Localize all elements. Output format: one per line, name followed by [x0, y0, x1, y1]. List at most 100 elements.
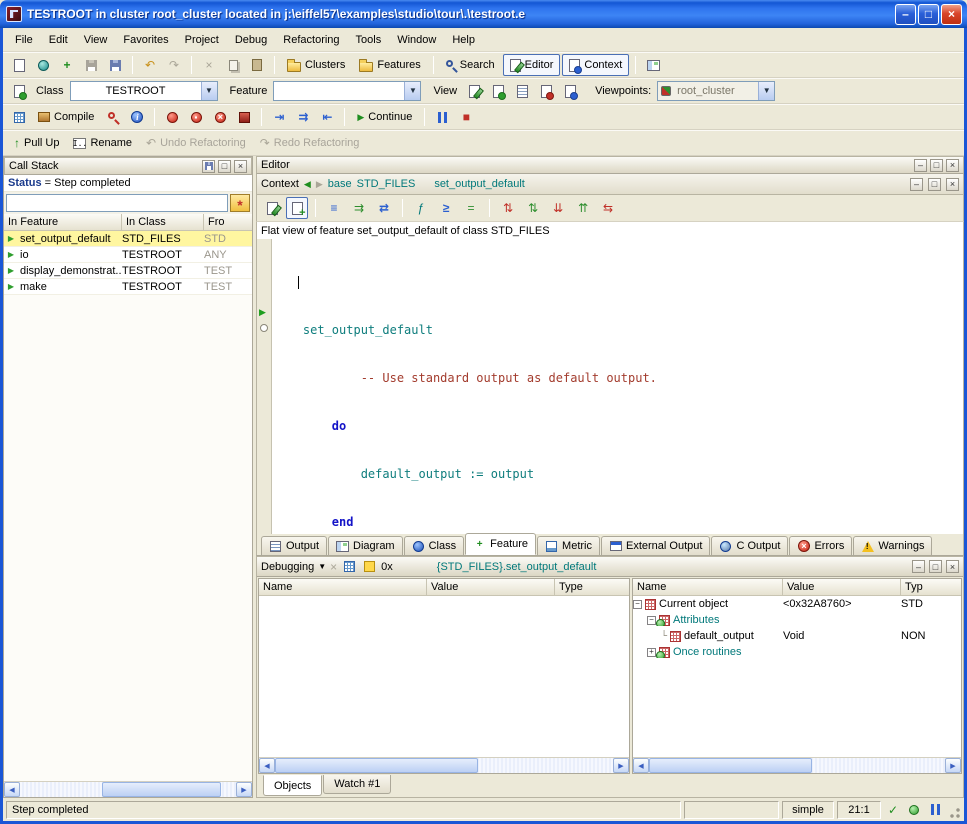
- step-into-button[interactable]: [268, 106, 290, 128]
- stack-filter-input[interactable]: [6, 194, 228, 212]
- history-back-button[interactable]: [304, 180, 311, 189]
- undo-button[interactable]: [139, 54, 161, 76]
- contract-view-button[interactable]: ⇄: [373, 197, 395, 219]
- breakpoints-tool-button[interactable]: [233, 106, 255, 128]
- scroll-right-button[interactable]: [945, 758, 961, 773]
- context-toggle-button[interactable]: Context: [562, 54, 629, 76]
- tab-output[interactable]: Output: [261, 536, 327, 555]
- call-stack-row[interactable]: make TESTROOT TEST: [4, 279, 252, 295]
- call-stack-close-button[interactable]: [234, 160, 247, 173]
- once-view-button[interactable]: ≥: [435, 197, 457, 219]
- tab-external-output[interactable]: External Output: [601, 536, 710, 555]
- tab-diagram[interactable]: Diagram: [328, 536, 403, 555]
- cut-button[interactable]: [198, 54, 220, 76]
- flat-view-button[interactable]: ≡: [323, 197, 345, 219]
- interface-view-button[interactable]: ƒ: [410, 197, 432, 219]
- undo-refactoring-button[interactable]: Undo Refactoring: [140, 132, 252, 154]
- view-flat-button[interactable]: [511, 80, 533, 102]
- callees-button[interactable]: ⇈: [572, 197, 594, 219]
- object-row-once-routines[interactable]: Once routines: [633, 644, 961, 660]
- menu-file[interactable]: File: [7, 31, 41, 49]
- collapse-icon[interactable]: [633, 600, 642, 609]
- maximize-button[interactable]: [918, 4, 939, 25]
- new-item-button[interactable]: +: [56, 54, 78, 76]
- copy-button[interactable]: [222, 54, 244, 76]
- editor-gutter[interactable]: [257, 239, 272, 534]
- class-tool-button[interactable]: [8, 80, 30, 102]
- menu-refactoring[interactable]: Refactoring: [275, 31, 347, 49]
- view-formatted-button[interactable]: [487, 80, 509, 102]
- clusters-button[interactable]: Clusters: [281, 54, 351, 76]
- objects-column-type[interactable]: Typ: [901, 579, 961, 595]
- scroll-left-button[interactable]: [259, 758, 275, 773]
- editor-minimize-button[interactable]: [914, 159, 927, 172]
- diagram-tool-button[interactable]: [642, 54, 664, 76]
- scroll-right-button[interactable]: [236, 782, 252, 797]
- class-dropdown-button[interactable]: [201, 82, 217, 100]
- tab-feature[interactable]: +Feature: [465, 533, 536, 555]
- menu-debug[interactable]: Debug: [227, 31, 275, 49]
- scroll-left-button[interactable]: [633, 758, 649, 773]
- menu-tools[interactable]: Tools: [348, 31, 390, 49]
- feature-input[interactable]: [274, 85, 404, 97]
- objects-column-value[interactable]: Value: [783, 579, 901, 595]
- redo-button[interactable]: [163, 54, 185, 76]
- scroll-track[interactable]: [649, 758, 945, 773]
- object-row-current[interactable]: Current object <0x32A8760> STD: [633, 596, 961, 612]
- watch-hscrollbar[interactable]: [259, 757, 629, 773]
- homonyms-button[interactable]: ⇆: [597, 197, 619, 219]
- context-maximize-button[interactable]: [928, 178, 941, 191]
- step-out-button[interactable]: [316, 106, 338, 128]
- menu-edit[interactable]: Edit: [41, 31, 76, 49]
- column-in-feature[interactable]: In Feature: [4, 214, 122, 230]
- tab-watch-1[interactable]: Watch #1: [323, 775, 391, 794]
- call-stack-maximize-button[interactable]: [218, 160, 231, 173]
- scroll-thumb[interactable]: [649, 758, 812, 773]
- tab-class[interactable]: Class: [404, 536, 465, 555]
- editor-toggle-button[interactable]: Editor: [503, 54, 561, 76]
- view-contract-button[interactable]: [535, 80, 557, 102]
- new-window-button[interactable]: [8, 54, 30, 76]
- debugging-minimize-button[interactable]: [912, 560, 925, 573]
- minimize-button[interactable]: [895, 4, 916, 25]
- stop-button[interactable]: [455, 106, 477, 128]
- column-from[interactable]: Fro: [204, 214, 252, 230]
- descendants-button[interactable]: ⇅: [522, 197, 544, 219]
- scroll-thumb[interactable]: [275, 758, 478, 773]
- feature-edit-button[interactable]: [261, 197, 283, 219]
- titlebar[interactable]: TESTROOT in cluster root_cluster located…: [0, 0, 967, 28]
- step-over-button[interactable]: [292, 106, 314, 128]
- code-area[interactable]: set_output_default -- Use standard outpu…: [256, 239, 964, 534]
- paste-button[interactable]: [246, 54, 268, 76]
- assigner-view-button[interactable]: =: [460, 197, 482, 219]
- objects-column-name[interactable]: Name: [633, 579, 783, 595]
- feature-dropdown-button[interactable]: [404, 82, 420, 100]
- pull-up-button[interactable]: Pull Up: [8, 132, 65, 154]
- close-button[interactable]: [941, 4, 962, 25]
- scroll-left-button[interactable]: [4, 782, 20, 797]
- info-button[interactable]: [126, 106, 148, 128]
- feature-new-button[interactable]: [286, 197, 308, 219]
- view-interface-button[interactable]: [559, 80, 581, 102]
- call-stack-row[interactable]: set_output_default STD_FILES STD: [4, 231, 252, 247]
- stack-depth-button[interactable]: [230, 194, 250, 212]
- expand-icon[interactable]: [647, 648, 656, 657]
- object-row-attributes[interactable]: Attributes: [633, 612, 961, 628]
- breadcrumb-feature[interactable]: set_output_default: [434, 178, 525, 190]
- watch-column-value[interactable]: Value: [427, 579, 555, 595]
- object-row-default-output[interactable]: default_output Void NON: [633, 628, 961, 644]
- history-forward-button[interactable]: [316, 180, 323, 189]
- enable-breakpoints-button[interactable]: [161, 106, 183, 128]
- disable-breakpoints-button[interactable]: [185, 106, 207, 128]
- tab-objects[interactable]: Objects: [263, 775, 322, 796]
- compile-button[interactable]: Compile: [32, 106, 100, 128]
- pause-button[interactable]: [431, 106, 453, 128]
- menu-project[interactable]: Project: [177, 31, 227, 49]
- menu-window[interactable]: Window: [389, 31, 444, 49]
- class-input[interactable]: [71, 85, 201, 97]
- menu-favorites[interactable]: Favorites: [115, 31, 176, 49]
- context-close-button[interactable]: [946, 178, 959, 191]
- debugging-close-button[interactable]: [946, 560, 959, 573]
- debugging-menu-button[interactable]: [318, 563, 326, 571]
- editor-close-button[interactable]: [946, 159, 959, 172]
